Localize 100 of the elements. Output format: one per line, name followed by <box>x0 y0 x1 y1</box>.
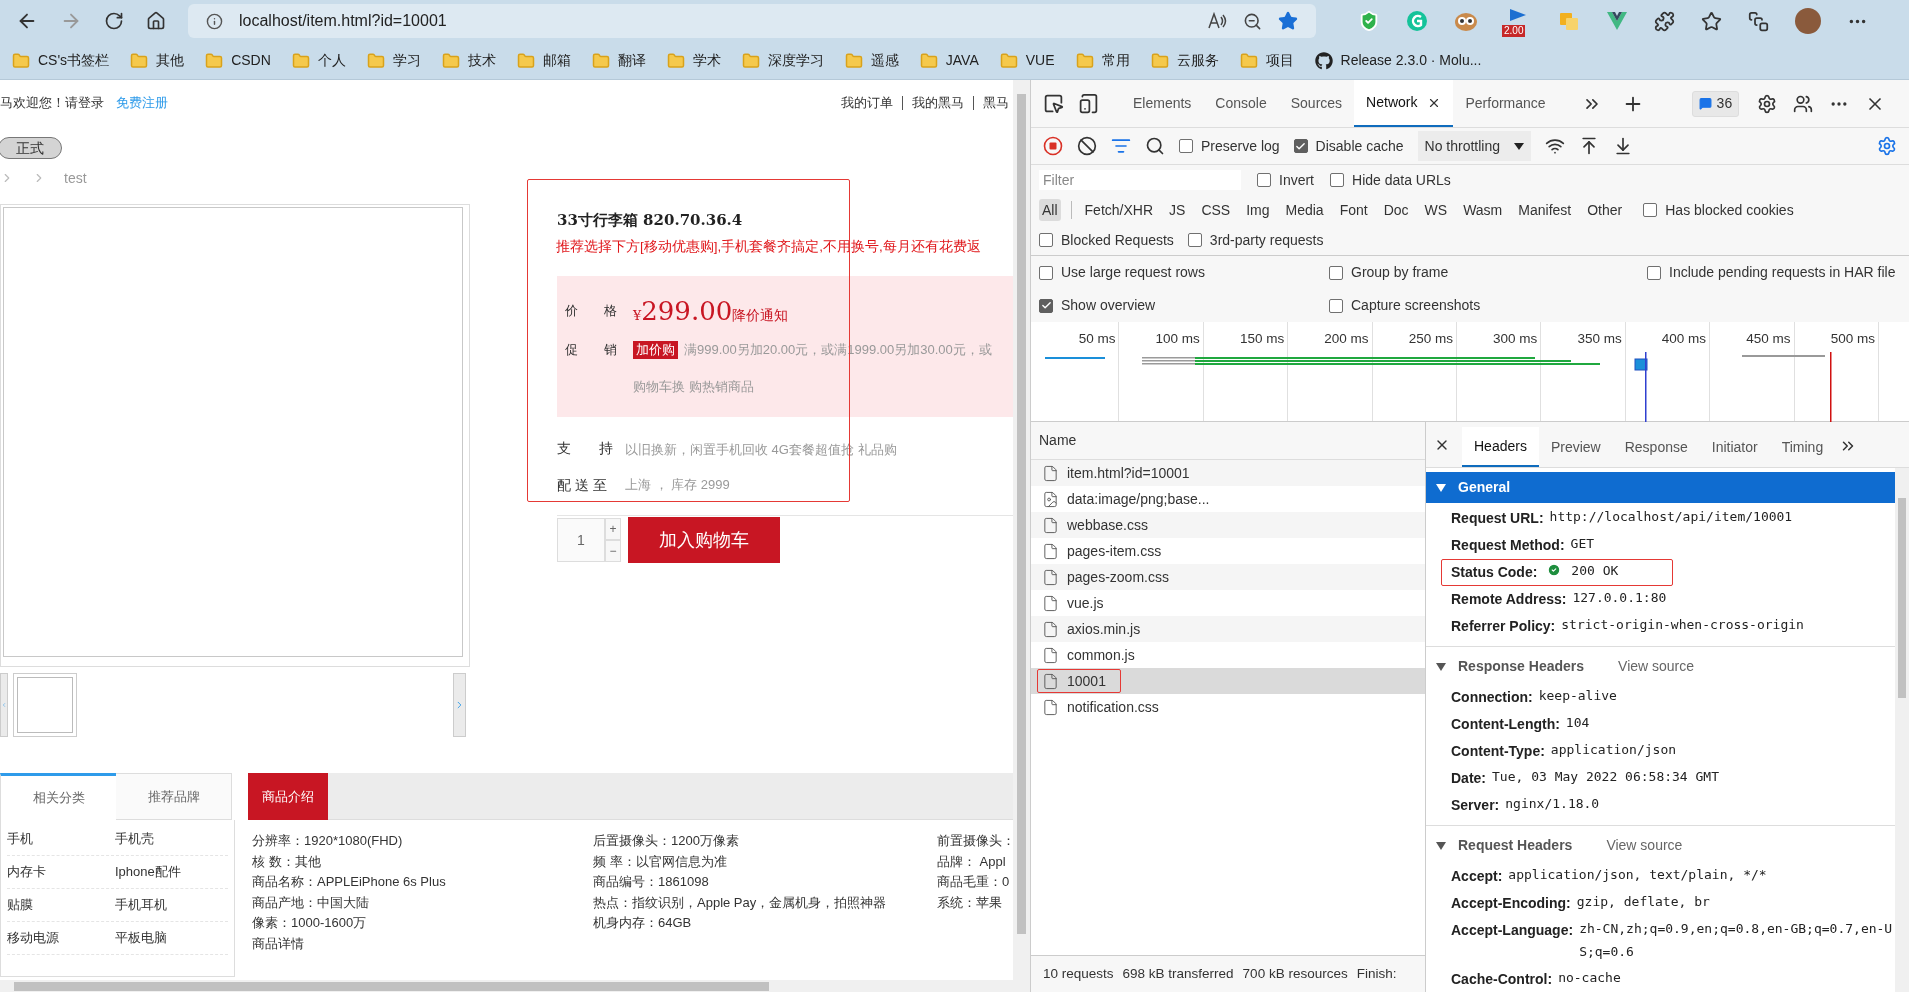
column-header[interactable]: Name <box>1039 430 1077 451</box>
increase-button[interactable]: + <box>605 518 621 540</box>
section-header[interactable]: Request Headers View source <box>1426 830 1895 861</box>
checkbox[interactable] <box>1330 173 1344 187</box>
bookmark[interactable]: VUE <box>999 50 1055 71</box>
zoom-out-icon[interactable] <box>1243 11 1262 31</box>
type-filter-button[interactable]: Fetch/XHR <box>1081 199 1157 221</box>
view-source-link[interactable]: View source <box>1606 835 1683 856</box>
checkbox[interactable] <box>1179 139 1193 153</box>
filter-field[interactable]: Filter <box>1039 170 1241 190</box>
bookmark[interactable]: 邮箱 <box>516 50 571 71</box>
view-source-link[interactable]: View source <box>1618 656 1695 677</box>
category-tab[interactable]: 相关分类 <box>0 773 116 820</box>
devtools-tab[interactable]: Network <box>1354 80 1454 127</box>
checkbox[interactable] <box>1647 265 1661 280</box>
throttling-dropdown[interactable]: No throttling <box>1417 131 1531 161</box>
request-row[interactable]: 10001 <box>1031 668 1425 694</box>
category-link[interactable]: 手机壳 <box>115 829 223 849</box>
thumbnail-next-button[interactable] <box>453 673 466 737</box>
shield-icon[interactable] <box>1358 10 1380 32</box>
bookmark[interactable]: CSDN <box>205 50 271 71</box>
type-filter-button[interactable]: Font <box>1336 199 1371 221</box>
bookmark[interactable]: 技术 <box>441 50 496 71</box>
vue-icon[interactable] <box>1606 11 1628 31</box>
bookmark[interactable]: JAVA <box>919 50 979 71</box>
bookmark[interactable]: CS's书签栏 <box>12 50 110 71</box>
section-header[interactable]: General <box>1426 472 1895 503</box>
bookmark[interactable]: 翻译 <box>591 50 646 71</box>
settings-icon[interactable] <box>1757 93 1778 114</box>
devtools-tab[interactable]: Sources <box>1278 80 1355 127</box>
clear-icon[interactable] <box>1077 136 1097 156</box>
checkbox[interactable] <box>1643 203 1658 217</box>
record-icon[interactable] <box>1043 136 1063 156</box>
category-link[interactable]: 内存卡 <box>7 862 115 882</box>
checkbox[interactable] <box>1329 298 1343 313</box>
category-link[interactable]: Iphone配件 <box>115 862 223 882</box>
feedback-icon[interactable] <box>1793 93 1814 114</box>
favorites-icon[interactable] <box>1701 10 1722 32</box>
checkbox[interactable] <box>1039 298 1053 313</box>
expand-triangle-icon[interactable] <box>1436 841 1446 850</box>
top-link[interactable]: 我的订单 <box>841 92 893 113</box>
address-bar[interactable]: localhost/item.html?id=10001 <box>188 4 1316 38</box>
bookmark[interactable]: 云服务 <box>1150 50 1219 71</box>
inspect-icon[interactable] <box>1043 93 1064 114</box>
top-link[interactable]: 我的黑马 <box>912 92 964 113</box>
details-tab[interactable]: Preview <box>1538 427 1613 467</box>
home-icon[interactable] <box>146 11 166 31</box>
filter-icon[interactable] <box>1111 136 1131 156</box>
request-row[interactable]: webbase.css <box>1031 512 1425 538</box>
devtools-tab[interactable]: Console <box>1203 80 1279 127</box>
bookmark[interactable]: 其他 <box>130 50 185 71</box>
detail-tab[interactable]: 商品介绍 <box>248 773 328 820</box>
checkbox[interactable] <box>1039 233 1053 247</box>
bookmark[interactable]: Release 2.3.0 · Molu... <box>1314 50 1482 71</box>
type-filter-button[interactable]: Doc <box>1380 199 1412 221</box>
devtools-tab[interactable]: Performance <box>1453 80 1558 127</box>
devtools-tab[interactable]: Elements <box>1121 80 1204 127</box>
category-link[interactable]: 手机 <box>7 829 115 849</box>
collections-icon[interactable] <box>1748 10 1769 32</box>
bookmark[interactable]: 遥感 <box>844 50 899 71</box>
read-aloud-icon[interactable] <box>1207 12 1227 30</box>
quantity-field[interactable]: 1 <box>557 518 605 562</box>
request-row[interactable]: axios.min.js <box>1031 616 1425 642</box>
favorite-star-icon[interactable] <box>1278 11 1298 31</box>
add-to-cart-button[interactable]: 加入购物车 <box>628 517 780 563</box>
details-tab[interactable]: Initiator <box>1699 427 1770 467</box>
bookmark[interactable]: 学习 <box>366 50 421 71</box>
extension-button[interactable]: 2.00 <box>1504 7 1532 35</box>
export-icon[interactable] <box>1613 136 1633 156</box>
info-icon[interactable] <box>206 12 223 30</box>
search-icon[interactable] <box>1145 136 1165 156</box>
checkbox[interactable] <box>1257 173 1271 187</box>
details-tab[interactable]: Response <box>1612 427 1700 467</box>
type-filter-button[interactable]: CSS <box>1198 199 1234 221</box>
checkbox[interactable] <box>1039 265 1053 280</box>
network-conditions-icon[interactable] <box>1545 136 1565 156</box>
network-settings-icon[interactable] <box>1877 136 1897 156</box>
import-icon[interactable] <box>1579 136 1599 156</box>
owl-icon[interactable] <box>1454 10 1478 32</box>
category-tab[interactable]: 推荐品牌 <box>116 773 232 820</box>
avatar[interactable] <box>1795 8 1821 34</box>
bookmark[interactable]: 个人 <box>291 50 346 71</box>
request-row[interactable]: item.html?id=10001 <box>1031 460 1425 486</box>
bookmark[interactable]: 项目 <box>1239 50 1294 71</box>
page-scrollbar[interactable] <box>1013 80 1030 992</box>
vertical-scrollbar[interactable] <box>1895 468 1909 992</box>
expand-triangle-icon[interactable] <box>1436 483 1446 492</box>
type-filter-button[interactable]: Wasm <box>1460 199 1506 221</box>
category-link[interactable]: 平板电脑 <box>115 928 223 948</box>
bookmark[interactable]: 深度学习 <box>741 50 824 71</box>
type-filter-button[interactable]: WS <box>1421 199 1451 221</box>
type-filter-button[interactable]: Other <box>1584 199 1626 221</box>
type-filter-button[interactable]: JS <box>1166 199 1189 221</box>
environment-button[interactable]: 正式 <box>0 136 62 159</box>
bookmark[interactable]: 学术 <box>666 50 721 71</box>
extensions-icon[interactable] <box>1654 10 1675 32</box>
top-link[interactable]: 黑马 <box>983 92 1009 113</box>
type-filter-button[interactable]: Img <box>1243 199 1273 221</box>
checkbox[interactable] <box>1187 233 1202 247</box>
request-row[interactable]: pages-zoom.css <box>1031 564 1425 590</box>
